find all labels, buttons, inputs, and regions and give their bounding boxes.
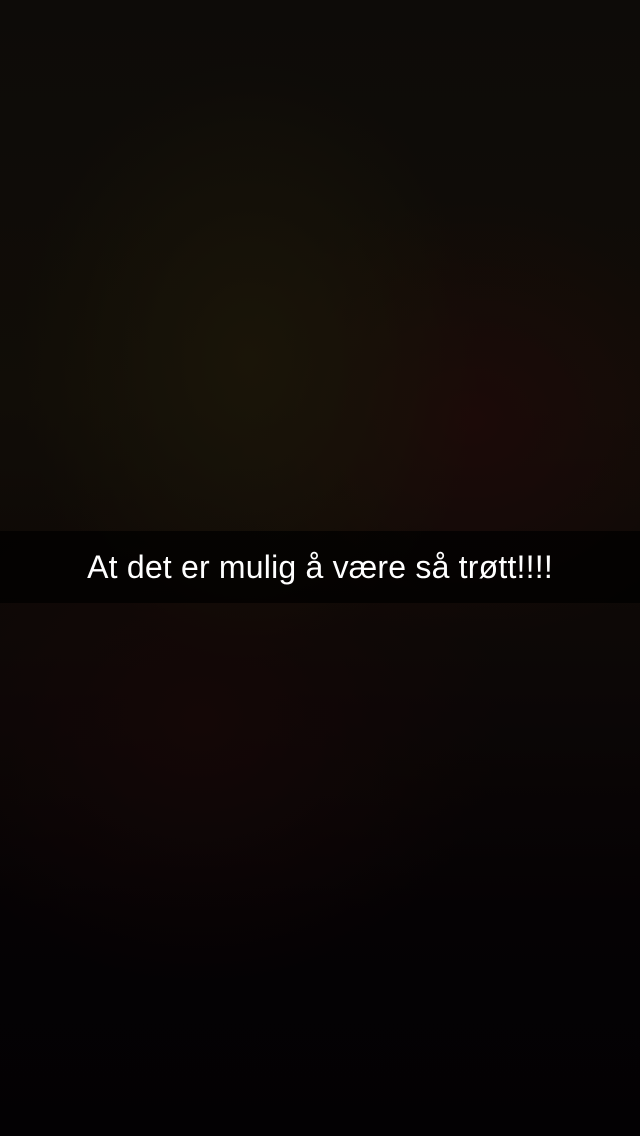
caption-text: At det er mulig å være så trøtt!!!! bbox=[87, 549, 553, 585]
caption-bar[interactable]: At det er mulig å være så trøtt!!!! bbox=[0, 531, 640, 603]
snap-photo-view[interactable]: At det er mulig å være så trøtt!!!! bbox=[0, 0, 640, 1136]
